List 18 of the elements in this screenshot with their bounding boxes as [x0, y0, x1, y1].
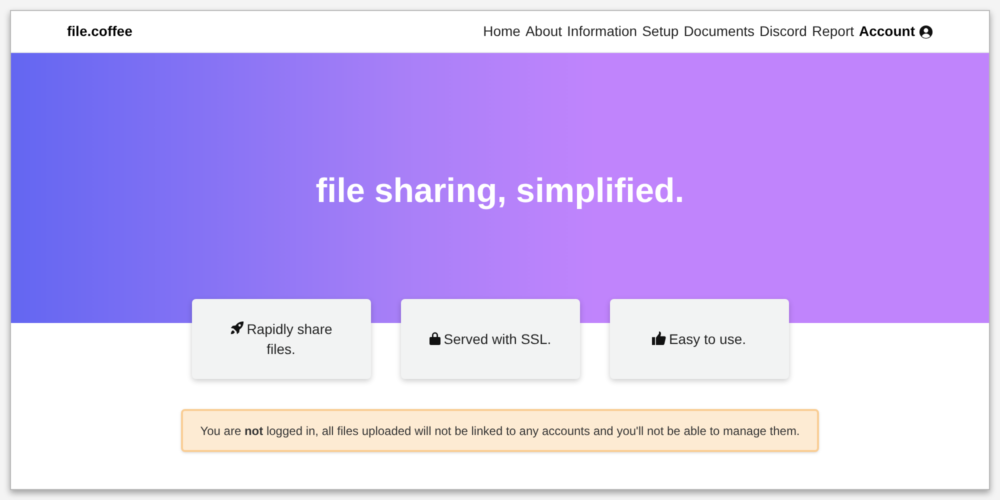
account-link[interactable]: Account — [859, 21, 933, 42]
nav-link[interactable]: About — [525, 21, 562, 42]
lock-icon — [428, 331, 441, 345]
nav-link[interactable]: Information — [567, 21, 638, 42]
user-icon — [919, 24, 933, 38]
rocket-icon — [230, 321, 244, 335]
site-logo[interactable]: file.coffee — [67, 21, 132, 42]
nav-link[interactable]: Home — [483, 21, 520, 42]
nav-link[interactable]: Report — [812, 21, 854, 42]
feature-text: Easy to use. — [652, 329, 746, 349]
nav-link[interactable]: Setup — [642, 21, 679, 42]
hero-title: file sharing, simplified. — [316, 171, 684, 211]
thumbs-up-icon — [652, 331, 666, 345]
login-warning-text: You are not logged in, all files uploaded will not be linked to any accounts and you'll not be able to manage them. — [200, 422, 800, 440]
nav-link[interactable]: Discord — [760, 21, 807, 42]
nav-link[interactable]: Documents — [684, 21, 754, 42]
feature-text: Served with SSL. — [428, 329, 552, 349]
feature-text: Rapidly share files. — [216, 319, 346, 359]
